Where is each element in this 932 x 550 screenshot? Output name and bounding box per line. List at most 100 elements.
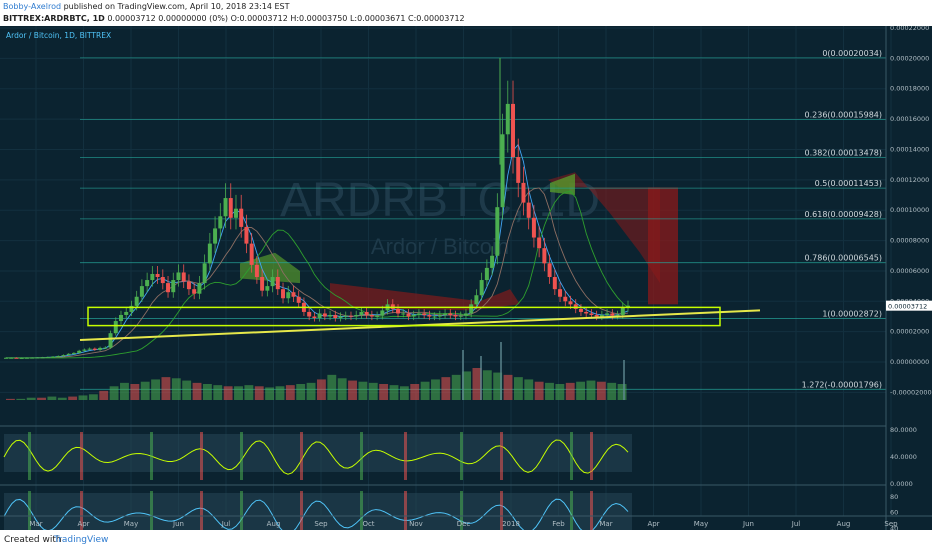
candle-body xyxy=(286,292,291,299)
stoch-signal-bar xyxy=(200,491,203,530)
volume-bar xyxy=(6,398,15,400)
candle-body xyxy=(14,357,19,359)
candle-body xyxy=(416,313,421,315)
candle-body xyxy=(531,217,536,238)
volume-bar xyxy=(99,390,109,400)
candle-body xyxy=(552,277,557,290)
candle-body xyxy=(348,315,353,317)
author-link[interactable]: Bobby-Axelrod xyxy=(3,2,61,11)
cloud-bull-region xyxy=(240,252,300,284)
y-tick-label: 0.00002000 xyxy=(890,328,929,336)
candle-body xyxy=(124,311,129,315)
candle-body xyxy=(139,286,144,297)
price-tag-label: 0.00003712 xyxy=(888,303,927,311)
candle-body xyxy=(547,263,552,278)
candle-body xyxy=(317,313,322,319)
volume-bar xyxy=(596,381,606,400)
rsi-band xyxy=(4,434,632,472)
volume-bar xyxy=(296,384,306,400)
candle-body xyxy=(197,283,202,294)
price-chart[interactable]: ARDRBTC, 1D Ardor / Bitcoin 0(0.00020034… xyxy=(0,26,932,530)
candle-body xyxy=(103,347,108,349)
stoch-signal-bar xyxy=(150,491,153,530)
volume-bar xyxy=(109,386,119,400)
chart-area[interactable]: ARDRBTC, 1D Ardor / Bitcoin 0(0.00020034… xyxy=(0,26,932,530)
volume-bar xyxy=(420,381,430,400)
volume-bar xyxy=(140,381,150,400)
stoch-tick-label: 80 xyxy=(890,493,898,501)
volume-bar xyxy=(285,385,295,400)
candle-body xyxy=(176,272,181,281)
x-tick-label: May xyxy=(694,520,708,528)
candle-body xyxy=(328,314,333,317)
candle-body xyxy=(448,313,453,315)
candle-body xyxy=(265,286,270,291)
candle-body xyxy=(87,348,92,350)
candle-body xyxy=(77,350,82,353)
candle-body xyxy=(312,316,317,319)
rsi-signal-bar xyxy=(200,432,203,480)
rsi-signal-bar xyxy=(570,432,573,480)
volume-bars xyxy=(6,342,627,400)
x-tick-label: Jun xyxy=(742,520,754,528)
volume-bar xyxy=(171,378,181,400)
volume-bar xyxy=(586,380,596,400)
rsi-signal-bar xyxy=(360,432,363,480)
x-tick-label: Feb xyxy=(552,520,565,528)
candle-body xyxy=(610,313,615,316)
candle-body xyxy=(4,357,8,359)
volume-bar xyxy=(368,382,378,400)
rsi-signal-bar xyxy=(500,432,503,480)
candle-body xyxy=(239,208,244,227)
candle-body xyxy=(307,311,312,317)
volume-bar xyxy=(389,385,399,400)
y-tick-label: 0.00022000 xyxy=(890,26,929,32)
volume-bar xyxy=(234,386,243,400)
y-tick-label: 0.00016000 xyxy=(890,115,929,123)
volume-bar xyxy=(317,379,326,400)
volume-bar xyxy=(68,396,78,400)
stoch-signal-bar xyxy=(404,491,407,530)
candle-body xyxy=(526,202,531,218)
rsi-tick-label: 80.0000 xyxy=(890,426,917,434)
footer: Created with TradingView xyxy=(0,530,932,550)
candle-body xyxy=(296,296,301,303)
candle-body xyxy=(396,308,401,314)
x-tick-label: Apr xyxy=(647,520,659,528)
volume-bar xyxy=(565,382,575,400)
candle-body xyxy=(213,228,218,244)
volume-bar xyxy=(555,384,565,400)
candle-body xyxy=(343,315,348,317)
fib-label: 0.786(0.00006545) xyxy=(805,254,883,263)
x-tick-label: Jul xyxy=(221,520,231,528)
candle-body xyxy=(406,313,411,317)
ohlc-values: 0.00003712 0.00000000 (0%) O:0.00003712 … xyxy=(104,14,465,23)
candle-body xyxy=(432,316,437,318)
y-tick-label: 0.00018000 xyxy=(890,85,929,93)
chart-title: Ardor / Bitcoin, 1D, BITTREX xyxy=(6,31,111,40)
fib-label: 1(0.00002872) xyxy=(822,309,882,318)
volume-bar xyxy=(213,385,223,400)
tradingview-link[interactable]: TradingView xyxy=(54,535,108,545)
candle-body xyxy=(333,314,338,319)
candle-body xyxy=(573,304,578,309)
rsi-signal-bar xyxy=(28,432,31,480)
volume-bar xyxy=(26,397,36,400)
volume-bar xyxy=(192,382,202,400)
candle-body xyxy=(463,313,468,316)
candle-body xyxy=(537,237,542,249)
candle-body xyxy=(24,357,29,359)
x-tick-label: Jul xyxy=(791,520,801,528)
stoch-signal-bar xyxy=(300,491,303,530)
fib-retracement: 0(0.00020034) 0.236(0.00015984) 0.382(0.00… xyxy=(80,49,886,390)
candle-body xyxy=(281,289,286,299)
created-with-label: Created with xyxy=(4,535,62,545)
volume-bar xyxy=(623,360,625,400)
volume-bar xyxy=(545,382,554,400)
candle-body xyxy=(71,352,76,354)
candle-body xyxy=(260,277,265,291)
candle-body xyxy=(275,277,280,290)
candle-body xyxy=(150,273,155,281)
volume-bar xyxy=(254,386,264,400)
y-tick-label: 0.00000000 xyxy=(890,358,929,366)
